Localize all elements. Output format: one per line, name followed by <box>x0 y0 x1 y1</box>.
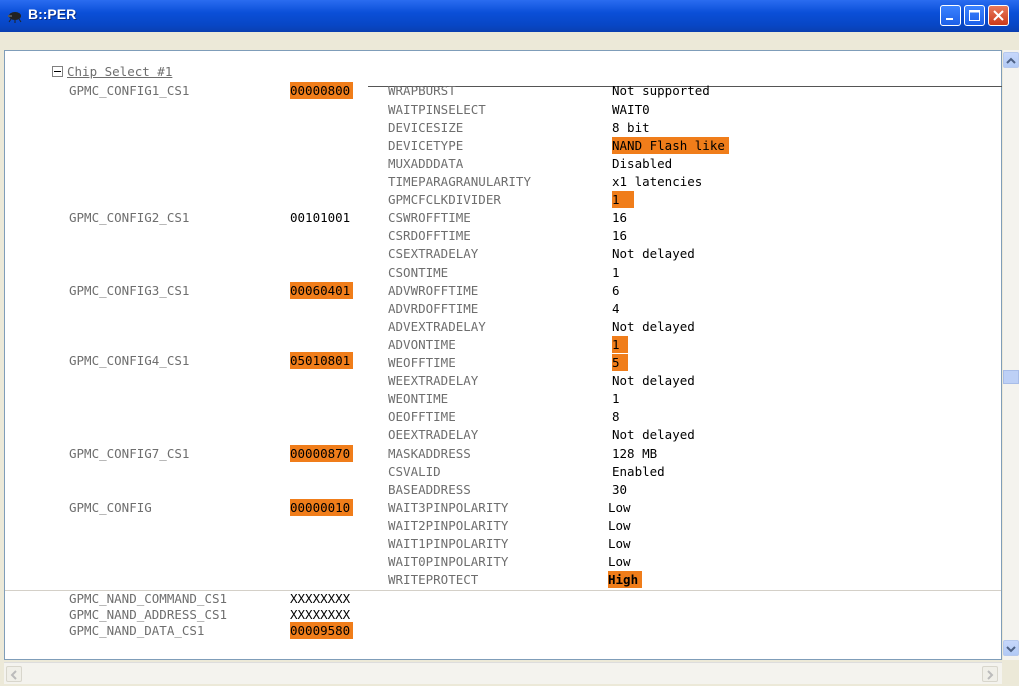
title-bar: B::PER <box>0 0 1019 32</box>
field-name: CSVALID <box>388 464 441 479</box>
close-icon <box>993 10 1004 21</box>
scroll-left-button[interactable] <box>6 666 22 682</box>
field-value[interactable]: Enabled <box>612 463 669 480</box>
window-title: B::PER <box>28 6 77 22</box>
trace32-icon <box>8 12 22 23</box>
horizontal-scrollbar[interactable] <box>4 662 1002 684</box>
register-value[interactable]: XXXXXXXX <box>290 590 353 607</box>
maximize-button[interactable] <box>964 5 985 26</box>
field-value[interactable]: 6 <box>612 282 624 299</box>
field-name: WAIT0PINPOLARITY <box>388 554 509 569</box>
field-name: TIMEPARAGRANULARITY <box>388 174 531 189</box>
field-value[interactable]: Disabled <box>612 155 676 172</box>
field-value[interactable]: Not supported <box>612 82 714 99</box>
field-value[interactable]: Low <box>608 553 635 570</box>
register-name: GPMC_NAND_DATA_CS1 <box>69 623 205 638</box>
chevron-right-icon <box>987 670 994 680</box>
field-value[interactable]: WAIT0 <box>612 101 654 118</box>
field-name: WEOFFTIME <box>388 355 456 370</box>
register-value[interactable]: 05010801 <box>290 352 354 369</box>
vertical-scrollbar[interactable] <box>1003 50 1019 660</box>
chevron-left-icon <box>10 670 17 680</box>
register-name: GPMC_CONFIG2_CS1 <box>69 210 190 225</box>
field-value[interactable]: 1 <box>612 191 634 208</box>
scroll-up-button[interactable] <box>1003 52 1019 68</box>
field-name: DEVICETYPE <box>388 138 464 153</box>
vertical-scroll-thumb[interactable] <box>1003 370 1019 384</box>
field-name: BASEADDRESS <box>388 482 471 497</box>
field-name: ADVWROFFTIME <box>388 283 479 298</box>
register-value[interactable]: 00101001 <box>290 209 353 226</box>
chip-select-label: Chip Select #1 <box>67 64 173 79</box>
register-name: GPMC_NAND_ADDRESS_CS1 <box>69 607 228 622</box>
field-name: WRITEPROTECT <box>388 572 479 587</box>
chevron-down-icon <box>1006 646 1016 653</box>
register-value[interactable]: 00000010 <box>290 499 354 516</box>
field-value[interactable]: 16 <box>612 227 631 244</box>
field-name: ADVEXTRADELAY <box>388 319 486 334</box>
field-name: CSEXTRADELAY <box>388 246 479 261</box>
chevron-up-icon <box>1006 57 1016 64</box>
field-name: MASKADDRESS <box>388 446 471 461</box>
field-value[interactable]: Not delayed <box>612 245 699 262</box>
register-name: GPMC_CONFIG4_CS1 <box>69 353 190 368</box>
field-name: ADVRDOFFTIME <box>388 301 479 316</box>
register-value[interactable]: 00000870 <box>290 445 354 462</box>
scroll-down-button[interactable] <box>1003 640 1019 656</box>
register-name: GPMC_CONFIG3_CS1 <box>69 283 190 298</box>
field-value[interactable]: 5 <box>612 354 628 371</box>
field-value[interactable]: 128 MB <box>612 445 661 462</box>
register-name: GPMC_CONFIG7_CS1 <box>69 446 190 461</box>
field-name: DEVICESIZE <box>388 120 464 135</box>
scroll-right-button[interactable] <box>982 666 998 682</box>
field-value[interactable]: 1 <box>612 264 624 281</box>
field-name: WEONTIME <box>388 391 449 406</box>
minimize-icon <box>946 18 953 20</box>
section-separator <box>5 590 1001 591</box>
field-value[interactable]: 8 <box>612 408 624 425</box>
field-name: WRAPBURST <box>388 83 456 98</box>
register-value[interactable]: 00060401 <box>290 282 354 299</box>
field-name: WAIT2PINPOLARITY <box>388 518 509 533</box>
field-value[interactable]: Not delayed <box>612 426 699 443</box>
field-value[interactable]: 1 <box>612 336 628 353</box>
field-value[interactable]: x1 latencies <box>612 173 706 190</box>
field-name: MUXADDDATA <box>388 156 464 171</box>
field-value[interactable]: Not delayed <box>612 372 699 389</box>
field-name: WAITPINSELECT <box>388 102 486 117</box>
minimize-button[interactable] <box>940 5 961 26</box>
maximize-icon <box>969 10 980 21</box>
collapse-icon[interactable] <box>52 66 63 77</box>
field-value[interactable]: 4 <box>612 300 624 317</box>
field-name: CSRDOFFTIME <box>388 228 471 243</box>
field-value[interactable]: Not delayed <box>612 318 699 335</box>
field-value[interactable]: 8 bit <box>612 119 654 136</box>
field-name: ADVONTIME <box>388 337 456 352</box>
register-value[interactable]: 00000800 <box>290 82 354 99</box>
field-name: OEEXTRADELAY <box>388 427 479 442</box>
field-value[interactable]: NAND Flash like <box>612 137 729 154</box>
register-name: GPMC_CONFIG <box>69 500 152 515</box>
field-value[interactable]: 1 <box>612 390 624 407</box>
register-name: GPMC_NAND_COMMAND_CS1 <box>69 591 228 606</box>
field-name: OEOFFTIME <box>388 409 456 424</box>
field-name: WAIT3PINPOLARITY <box>388 500 509 515</box>
field-value[interactable]: High <box>608 571 643 588</box>
field-value[interactable]: Low <box>608 517 635 534</box>
field-value[interactable]: 30 <box>612 481 631 498</box>
field-name: CSONTIME <box>388 265 449 280</box>
field-name: GPMCFCLKDIVIDER <box>388 192 501 207</box>
field-name: CSWROFFTIME <box>388 210 471 225</box>
field-name: WEEXTRADELAY <box>388 373 479 388</box>
chip-select-node[interactable]: Chip Select #1 <box>52 63 172 80</box>
close-button[interactable] <box>988 5 1009 26</box>
field-value[interactable]: Low <box>608 499 635 516</box>
register-value[interactable]: XXXXXXXX <box>290 606 353 623</box>
register-value[interactable]: 00009580 <box>290 622 354 639</box>
register-name: GPMC_CONFIG1_CS1 <box>69 83 190 98</box>
field-name: WAIT1PINPOLARITY <box>388 536 509 551</box>
field-value[interactable]: Low <box>608 535 635 552</box>
field-value[interactable]: 16 <box>612 209 631 226</box>
